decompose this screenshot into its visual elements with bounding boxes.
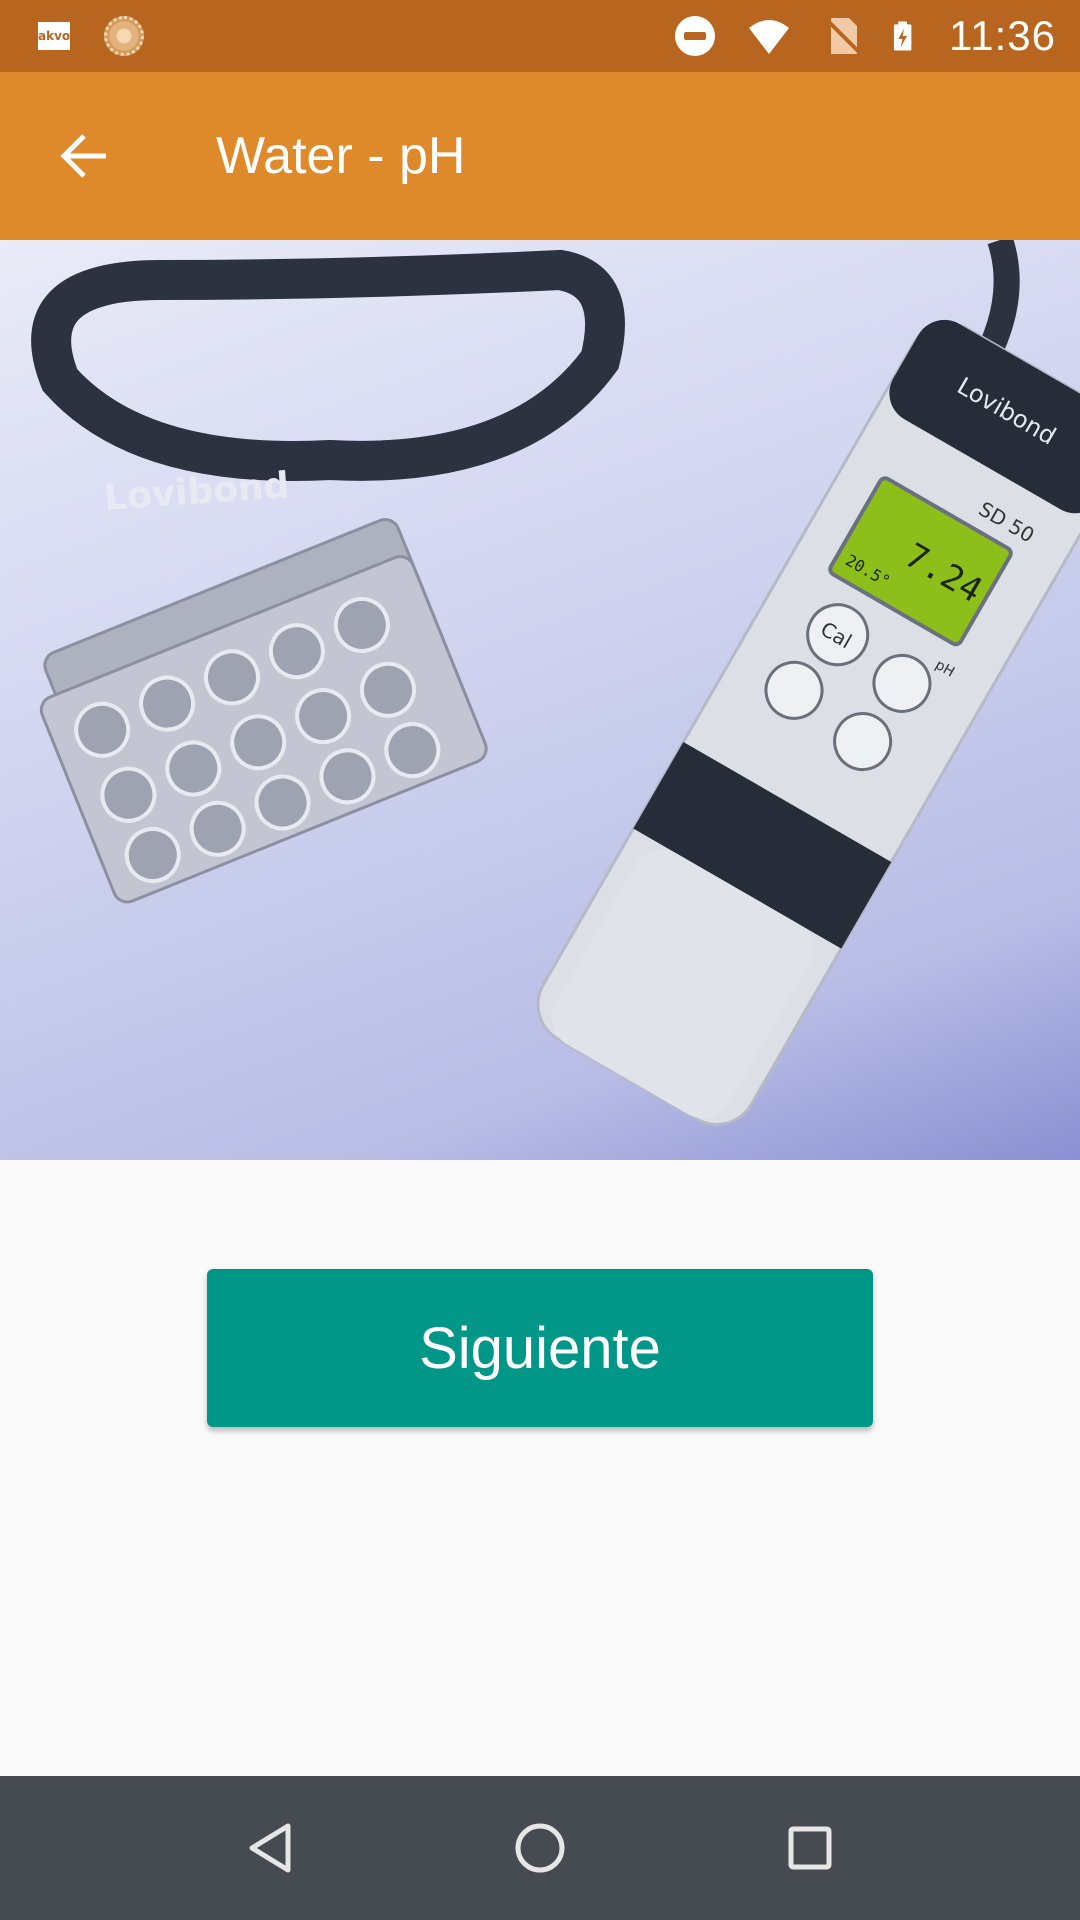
akvo-app-icon: akvo xyxy=(38,22,70,50)
lanyard-brand: Lovibond xyxy=(103,465,291,519)
battery-charging-icon xyxy=(893,21,912,51)
arrow-back-icon xyxy=(60,134,106,178)
nav-back-button[interactable] xyxy=(234,1812,306,1884)
product-image: Lovibond Lovibond SD 50 7.24 20.5° pH Ca… xyxy=(0,240,1080,1160)
nav-recents-button[interactable] xyxy=(774,1812,846,1884)
product-illustration: Lovibond Lovibond SD 50 7.24 20.5° pH Ca… xyxy=(31,240,1080,1126)
recents-square-icon xyxy=(788,1826,832,1870)
tablet-blister-packs xyxy=(39,517,488,904)
status-bar: akvo 11:36 xyxy=(0,0,1080,72)
lanyard xyxy=(31,249,625,481)
page-title: Water - pH xyxy=(216,127,466,185)
do-not-disturb-icon xyxy=(675,16,715,56)
sun-loading-icon xyxy=(104,16,144,56)
status-bar-left: akvo xyxy=(38,0,144,72)
no-sim-icon xyxy=(825,18,863,56)
status-bar-right: 11:36 xyxy=(673,0,1056,72)
navigation-bar xyxy=(0,1776,1080,1920)
back-triangle-icon xyxy=(249,1823,291,1873)
status-clock: 11:36 xyxy=(949,12,1056,59)
app-bar: Water - pH xyxy=(0,72,1080,240)
next-button[interactable]: Siguiente xyxy=(207,1269,873,1427)
nav-home-button[interactable] xyxy=(504,1812,576,1884)
back-button[interactable] xyxy=(40,112,128,200)
ph-meter: Lovibond SD 50 7.24 20.5° pH Cal xyxy=(536,319,1080,1126)
home-circle-icon xyxy=(515,1823,565,1873)
wifi-icon xyxy=(749,20,789,54)
